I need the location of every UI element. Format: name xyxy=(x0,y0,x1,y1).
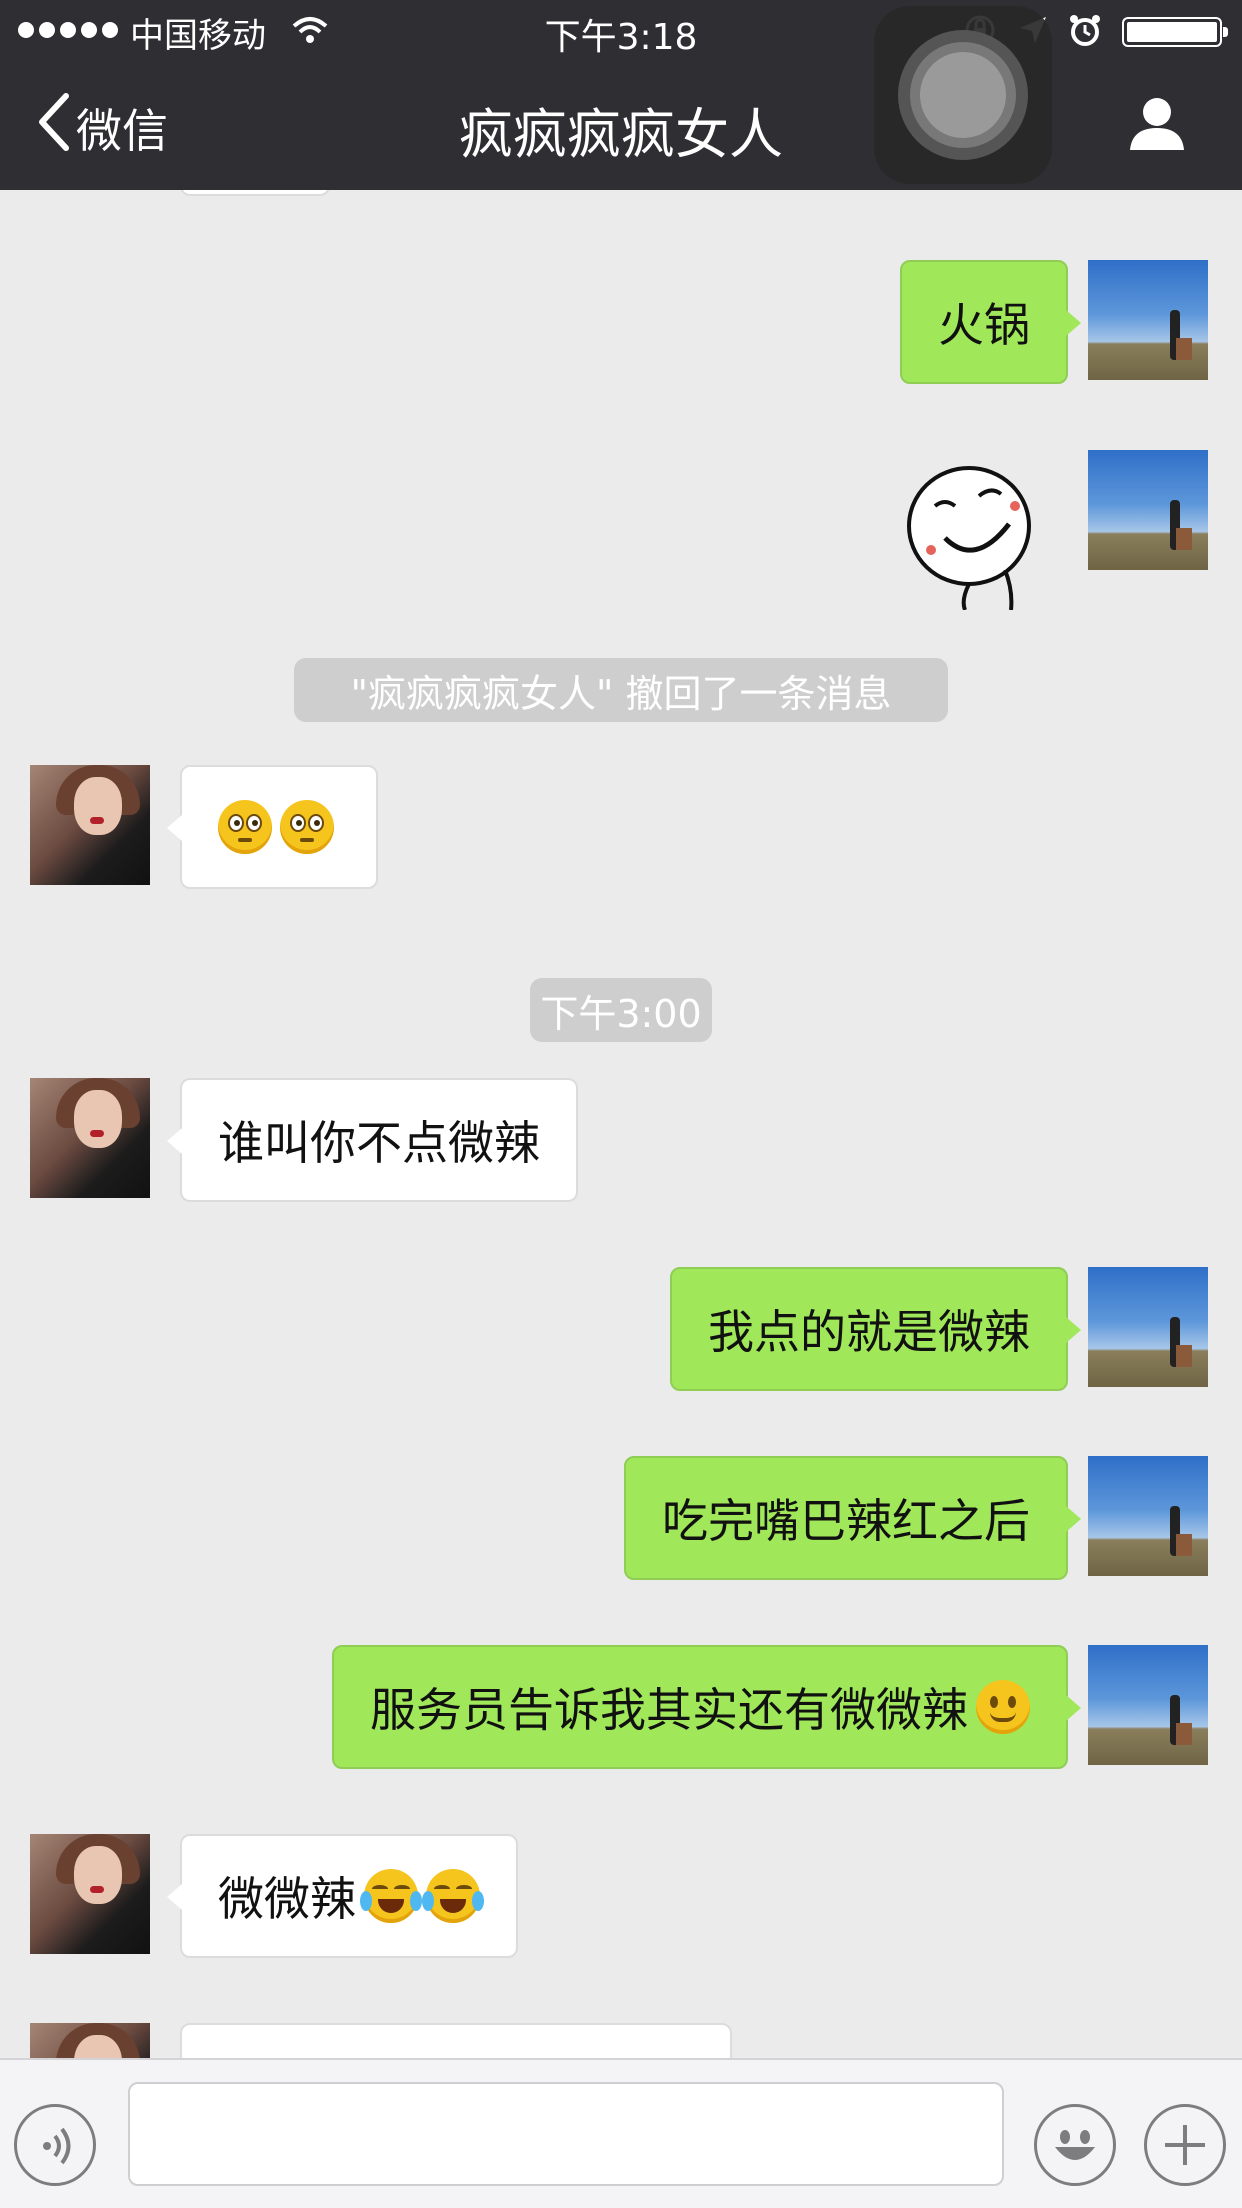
chat-area[interactable]: 火锅 "疯疯疯疯女人" 撤回了一条消息 下午3:00 谁叫你不点微辣 我点的就是… xyxy=(0,190,1242,2058)
my-avatar[interactable] xyxy=(1088,450,1208,570)
message-text: 服务员告诉我其实还有微微辣 xyxy=(370,1683,968,1737)
plus-icon xyxy=(1161,2121,1209,2173)
smiling-sticker-icon xyxy=(907,466,1031,611)
timestamp-badge: 下午3:00 xyxy=(530,978,712,1042)
contact-profile-icon[interactable] xyxy=(1128,96,1186,156)
status-bar: 中国移动 下午3:18 xyxy=(0,0,1242,60)
flushed-face-icon xyxy=(218,800,272,854)
system-recall-notice: "疯疯疯疯女人" 撤回了一条消息 xyxy=(294,658,948,722)
emoji-icon xyxy=(1047,2117,1103,2177)
contact-avatar[interactable] xyxy=(30,1834,150,1954)
top-bar: 中国移动 下午3:18 微信 疯疯疯疯女人 xyxy=(0,0,1242,190)
contact-avatar[interactable] xyxy=(30,1078,150,1198)
message-bubble-sent[interactable]: 我点的就是微辣 xyxy=(670,1267,1081,1391)
my-avatar[interactable] xyxy=(1088,260,1208,380)
message-bubble-sent[interactable]: 火锅 xyxy=(900,260,1081,384)
message-bubble-received-partial[interactable] xyxy=(180,2023,732,2058)
message-text: 谁叫你不点微辣 xyxy=(218,1116,540,1170)
message-text: 吃完嘴巴辣红之后 xyxy=(662,1494,1030,1548)
battery-icon xyxy=(1122,17,1228,47)
message-text: 火锅 xyxy=(938,298,1030,352)
tears-of-joy-face-icon xyxy=(422,1869,484,1923)
message-text: 我点的就是微辣 xyxy=(708,1305,1030,1359)
message-bubble-received[interactable]: 微微辣 xyxy=(167,1834,518,1958)
message-text: 微微辣 xyxy=(218,1872,356,1926)
message-input[interactable] xyxy=(128,2082,1004,2186)
assistive-touch-button[interactable] xyxy=(874,6,1052,184)
message-bubble-received[interactable]: 谁叫你不点微辣 xyxy=(167,1078,578,1202)
contact-avatar[interactable] xyxy=(30,765,150,885)
flushed-face-icon xyxy=(280,800,334,854)
tears-of-joy-face-icon xyxy=(360,1869,422,1923)
voice-icon xyxy=(37,2125,77,2171)
emoji-button[interactable] xyxy=(1034,2104,1116,2186)
sticker-message[interactable] xyxy=(905,460,1045,611)
voice-toggle-button[interactable] xyxy=(14,2104,96,2186)
smiling-face-icon xyxy=(976,1680,1030,1734)
my-avatar[interactable] xyxy=(1088,1456,1208,1576)
message-bubble-received[interactable] xyxy=(167,765,378,889)
chat-title: 疯疯疯疯女人 xyxy=(459,103,783,166)
message-bubble-sent[interactable]: 吃完嘴巴辣红之后 xyxy=(624,1456,1081,1580)
more-functions-button[interactable] xyxy=(1144,2104,1226,2186)
input-bar xyxy=(0,2058,1242,2208)
alarm-icon xyxy=(1068,13,1102,51)
my-avatar[interactable] xyxy=(1088,1267,1208,1387)
my-avatar[interactable] xyxy=(1088,1645,1208,1765)
partial-bubble-top xyxy=(180,190,330,196)
contact-avatar[interactable] xyxy=(30,2023,150,2058)
nav-bar: 微信 疯疯疯疯女人 xyxy=(0,60,1242,190)
message-bubble-sent[interactable]: 服务员告诉我其实还有微微辣 xyxy=(332,1645,1081,1769)
